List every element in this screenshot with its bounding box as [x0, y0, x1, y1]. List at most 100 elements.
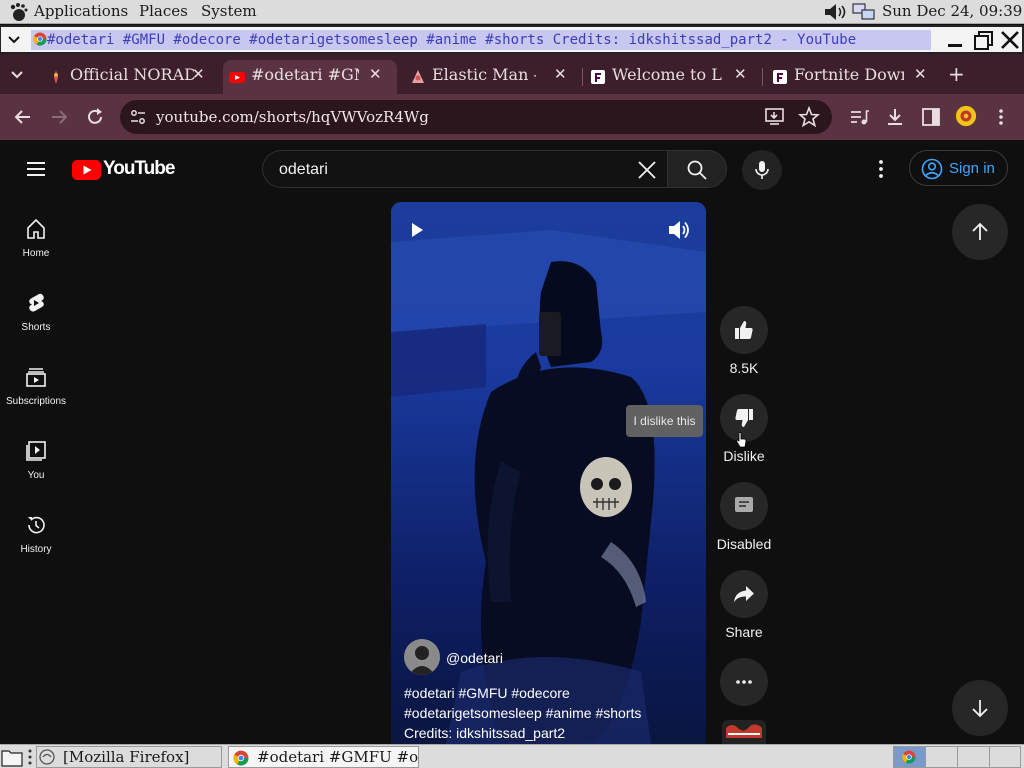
sound-thumbnail[interactable] [722, 720, 766, 744]
tab-label: Official NORAD [70, 65, 194, 84]
close-window-icon[interactable] [999, 29, 1021, 51]
new-tab-plus-icon[interactable]: + [948, 62, 965, 86]
tab-close-icon[interactable]: ✕ [192, 65, 205, 83]
tab-search-chevron-icon[interactable] [8, 66, 26, 84]
gnome-foot-icon[interactable] [8, 2, 28, 22]
network-icon[interactable] [852, 3, 876, 21]
channel-avatar[interactable] [404, 639, 440, 675]
places-menu[interactable]: Places [139, 1, 188, 23]
search-input[interactable] [279, 159, 619, 181]
dislike-tooltip: I dislike this [626, 405, 703, 437]
tab-separator [762, 68, 763, 86]
back-arrow-icon[interactable] [12, 106, 34, 128]
reload-icon[interactable] [84, 106, 106, 128]
mouse-cursor-icon [736, 432, 747, 448]
microphone-icon [755, 161, 769, 179]
tab-official-norad[interactable]: Official NORAD ✕ [42, 60, 222, 94]
nav-item-home[interactable]: Home [0, 212, 72, 282]
youtube-page: YouTube Sign in Home Shorts Subscription… [0, 140, 1024, 744]
media-controls-icon[interactable] [848, 106, 870, 128]
clear-search-icon[interactable] [637, 160, 657, 180]
next-short-button[interactable] [952, 680, 1008, 736]
install-app-icon[interactable] [764, 107, 786, 127]
thumbs-up-icon [735, 321, 753, 339]
downloads-icon[interactable] [884, 106, 906, 128]
tab-label: Elastic Man - [432, 65, 536, 84]
minimize-icon[interactable] [945, 29, 967, 51]
tab-strip: Official NORAD ✕ #odetari #GMFU ✕ Elasti… [0, 54, 1024, 94]
bookmark-star-icon[interactable] [798, 106, 820, 128]
description-hashtags-line2[interactable]: #odetarigetsomesleep #anime #shorts [404, 703, 696, 723]
workspace-switcher[interactable] [893, 746, 1021, 768]
short-video-player[interactable]: @odetari #odetari #GMFU #odecore #odetar… [391, 202, 706, 744]
avatar-image-icon [404, 639, 440, 675]
side-panel-icon[interactable] [920, 106, 942, 128]
taskbar-item-firefox[interactable]: [Mozilla Firefox] [36, 746, 222, 768]
nav-item-you[interactable]: You [0, 434, 72, 504]
window-menu-chevron-icon[interactable] [5, 31, 23, 49]
short-description: #odetari #GMFU #odecore #odetarigetsomes… [404, 683, 696, 743]
workspace-4[interactable] [990, 747, 1021, 767]
volume-icon[interactable] [668, 220, 690, 240]
maximize-icon[interactable] [973, 29, 995, 51]
you-icon [26, 441, 46, 461]
system-menu[interactable]: System [201, 1, 257, 23]
history-icon [28, 516, 45, 534]
tab-close-icon[interactable]: ✕ [554, 65, 567, 83]
tab-close-icon[interactable]: ✕ [734, 65, 747, 83]
volume-icon[interactable] [824, 3, 850, 21]
share-label: Share [725, 624, 763, 640]
shorts-icon [29, 293, 44, 312]
tab-fortnite-down[interactable]: Fortnite Down ✕ [766, 60, 942, 94]
comments-button[interactable] [720, 482, 768, 530]
nav-item-subscriptions[interactable]: Subscriptions [0, 360, 72, 430]
channel-handle[interactable]: @odetari [446, 650, 503, 666]
voice-search-button[interactable] [742, 150, 782, 190]
workspace-1[interactable] [894, 747, 926, 767]
fandom-favicon [591, 70, 605, 84]
search-button[interactable] [667, 150, 727, 188]
hamburger-menu-icon[interactable] [25, 158, 47, 180]
like-count: 8.5K [729, 360, 759, 376]
previous-short-button[interactable] [952, 204, 1008, 260]
address-bar[interactable]: youtube.com/shorts/hqVWVozR4Wg [120, 100, 832, 134]
taskbar-item-chrome[interactable]: #odetari #GMFU #o... [228, 746, 419, 768]
youtube-logo[interactable]: YouTube [72, 158, 175, 182]
applications-menu[interactable]: Applications [34, 1, 128, 23]
elastic-man-favicon [412, 70, 424, 83]
browser-menu-kebab-icon[interactable] [990, 106, 1012, 128]
clock[interactable]: Sun Dec 24, 09:39 [882, 1, 1022, 23]
nav-item-history[interactable]: History [0, 508, 72, 578]
youtube-play-logo-icon [72, 160, 101, 180]
more-actions-button[interactable] [720, 658, 768, 706]
tab-separator [582, 68, 583, 86]
workspace-2[interactable] [926, 747, 958, 767]
account-circle-icon [921, 158, 943, 180]
share-button[interactable] [720, 570, 768, 618]
tab-elastic-man[interactable]: Elastic Man - ✕ [404, 60, 580, 94]
sign-in-button[interactable]: Sign in [909, 150, 1008, 186]
tab-close-icon[interactable]: ✕ [369, 65, 382, 83]
share-arrow-icon [734, 586, 754, 602]
dislike-label: Dislike [723, 448, 765, 464]
description-hashtags-line1[interactable]: #odetari #GMFU #odecore [404, 683, 696, 703]
workspace-3[interactable] [958, 747, 990, 767]
profile-avatar-icon[interactable] [955, 105, 977, 127]
show-desktop-icon[interactable] [1, 747, 23, 767]
url-text[interactable]: youtube.com/shorts/hqVWVozR4Wg [156, 108, 429, 126]
search-box[interactable] [262, 150, 667, 188]
tab-close-icon[interactable]: ✕ [914, 65, 927, 83]
settings-kebab-icon[interactable] [870, 158, 892, 180]
window-titlebar[interactable]: #odetari #GMFU #odecore #odetarigetsomes… [0, 25, 1024, 54]
dislike-button[interactable] [720, 394, 768, 448]
panel-handle-icon[interactable] [25, 748, 35, 766]
tab-welcome-to-le[interactable]: Welcome to LE ✕ [584, 60, 760, 94]
more-horizontal-icon [736, 680, 752, 684]
forward-arrow-icon[interactable] [48, 106, 70, 128]
tab-odetari-short[interactable]: #odetari #GMFU ✕ [223, 60, 397, 94]
chrome-icon [902, 750, 916, 764]
site-info-tune-icon[interactable] [128, 107, 148, 127]
like-button[interactable] [720, 306, 768, 354]
play-icon[interactable] [409, 222, 425, 238]
nav-item-shorts[interactable]: Shorts [0, 286, 72, 356]
